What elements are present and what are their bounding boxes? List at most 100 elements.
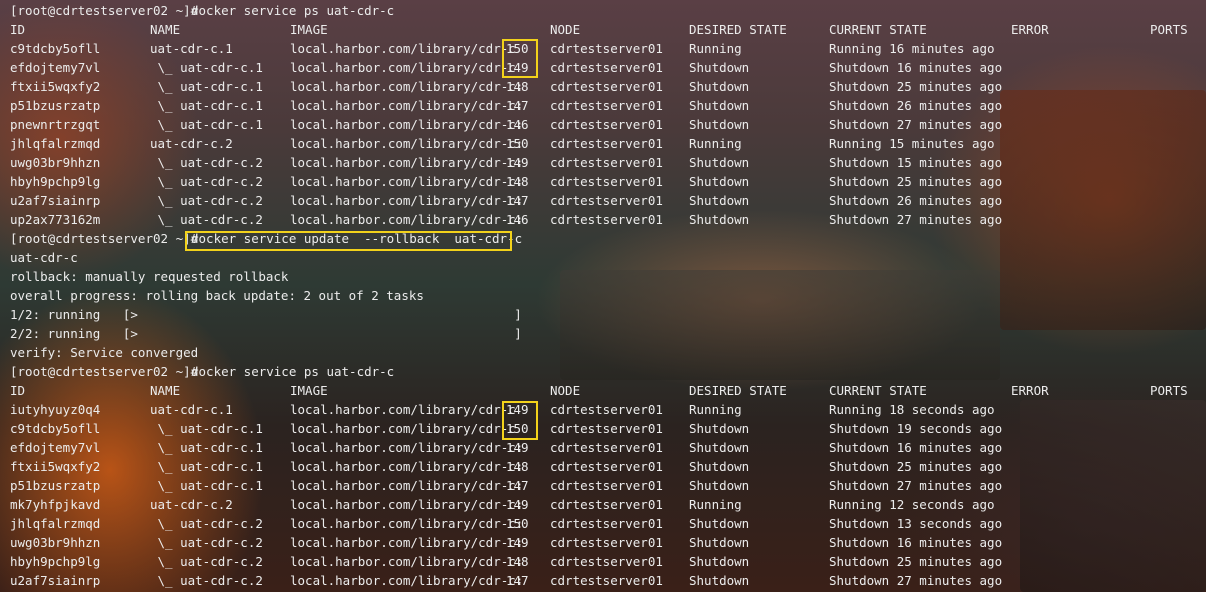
task-id: mk7yhfpjkavd	[10, 497, 101, 512]
command-output-line: rollback: manually requested rollback	[10, 267, 1206, 286]
task-id: p51bzusrzatp	[10, 98, 101, 113]
task-id: u2af7siainrp	[10, 193, 101, 208]
node-name: cdrtestserver01	[550, 440, 663, 455]
column-header: DESIRED STATE	[689, 22, 787, 37]
desired-state: Shutdown	[689, 573, 750, 588]
node-name: cdrtestserver01	[550, 573, 663, 588]
table-row: c9tdcby5ofll \_ uat-cdr-c.1 local.harbor.…	[10, 419, 1206, 438]
command-line: [root@cdrtestserver02 ~]# docker service …	[10, 1, 1206, 20]
task-name: \_ uat-cdr-c.1	[150, 79, 263, 94]
task-id: hbyh9pchp9lg	[10, 174, 101, 189]
desired-state: Shutdown	[689, 174, 750, 189]
table-row: mk7yhfpjkavd uat-cdr-c.2 local.harbor.com/…	[10, 495, 1206, 514]
image-name: local.harbor.com/library/cdr-c	[290, 60, 516, 75]
task-name: uat-cdr-c.1	[150, 41, 233, 56]
command-output-line: overall progress: rolling back update: 2…	[10, 286, 1206, 305]
task-id: up2ax773162m	[10, 212, 101, 227]
column-header: NODE	[550, 383, 581, 398]
task-id: iutyhyuyz0q4	[10, 402, 101, 417]
current-state: Shutdown 13 seconds ago	[829, 516, 1003, 531]
current-state: Shutdown 16 minutes ago	[829, 60, 1003, 75]
column-header: NAME	[150, 22, 181, 37]
column-header: IMAGE	[290, 383, 328, 398]
task-name: \_ uat-cdr-c.2	[150, 516, 263, 531]
image-tag: 150	[506, 41, 529, 56]
task-name: uat-cdr-c.2	[150, 136, 233, 151]
current-state: Shutdown 25 minutes ago	[829, 79, 1003, 94]
command-line: [root@cdrtestserver02 ~]# docker service …	[10, 229, 1206, 248]
node-name: cdrtestserver01	[550, 41, 663, 56]
image-name: local.harbor.com/library/cdr-c:	[290, 79, 524, 94]
image-tag: 150	[506, 421, 529, 436]
node-name: cdrtestserver01	[550, 155, 663, 170]
column-header: IMAGE	[290, 22, 328, 37]
task-name: \_ uat-cdr-c.1	[150, 459, 263, 474]
column-header: NAME	[150, 383, 181, 398]
shell-command: docker service ps uat-cdr-c	[191, 3, 395, 18]
table-row: u2af7siainrp \_ uat-cdr-c.2 local.harbor.…	[10, 571, 1206, 590]
task-id: jhlqfalrzmqd	[10, 136, 101, 151]
desired-state: Shutdown	[689, 421, 750, 436]
current-state: Shutdown 27 minutes ago	[829, 117, 1003, 132]
task-name: \_ uat-cdr-c.1	[150, 117, 263, 132]
image-tag: 150	[506, 516, 529, 531]
node-name: cdrtestserver01	[550, 459, 663, 474]
desired-state: Shutdown	[689, 60, 750, 75]
desired-state: Running	[689, 497, 742, 512]
image-tag: 149	[506, 402, 529, 417]
table-header-row: ID NAME IMAGE NODE DESIRED STATE CURRENT STAT…	[10, 381, 1206, 400]
current-state: Running 18 seconds ago	[829, 402, 995, 417]
image-tag: 148	[506, 79, 529, 94]
task-id: c9tdcby5ofll	[10, 421, 101, 436]
image-name: local.harbor.com/library/cdr-c:	[290, 554, 524, 569]
image-name: local.harbor.com/library/cdr-c:	[290, 459, 524, 474]
table-row: uwg03br9hhzn \_ uat-cdr-c.2 local.harbor.…	[10, 533, 1206, 552]
table-row: p51bzusrzatp \_ uat-cdr-c.1 local.harbor.…	[10, 476, 1206, 495]
table-row: jhlqfalrzmqd \_ uat-cdr-c.2 local.harbor.…	[10, 514, 1206, 533]
task-id: c9tdcby5ofll	[10, 41, 101, 56]
task-name: uat-cdr-c.2	[150, 497, 233, 512]
command-output-line: uat-cdr-c	[10, 248, 1206, 267]
node-name: cdrtestserver01	[550, 60, 663, 75]
column-header: DESIRED STATE	[689, 383, 787, 398]
image-name: local.harbor.com/library/cdr-c:	[290, 193, 524, 208]
image-name: local.harbor.com/library/cdr-c	[290, 402, 516, 417]
task-id: u2af7siainrp	[10, 573, 101, 588]
image-tag: 148	[506, 459, 529, 474]
image-name: local.harbor.com/library/cdr-c:	[290, 497, 524, 512]
column-header: ERROR	[1011, 22, 1049, 37]
table-row: pnewnrtrzgqt \_ uat-cdr-c.1 local.harbor.…	[10, 115, 1206, 134]
current-state: Shutdown 25 minutes ago	[829, 459, 1003, 474]
terminal-window[interactable]: [root@cdrtestserver02 ~]# docker service …	[0, 0, 1206, 592]
current-state: Shutdown 27 minutes ago	[829, 573, 1003, 588]
image-name: local.harbor.com/library/cdr-c:	[290, 535, 524, 550]
output-text: uat-cdr-c	[10, 250, 78, 265]
current-state: Shutdown 19 seconds ago	[829, 421, 1003, 436]
image-tag: 147	[506, 478, 529, 493]
desired-state: Shutdown	[689, 440, 750, 455]
node-name: cdrtestserver01	[550, 554, 663, 569]
node-name: cdrtestserver01	[550, 421, 663, 436]
task-name: \_ uat-cdr-c.1	[150, 60, 263, 75]
table-row: efdojtemy7vl \_ uat-cdr-c.1 local.harbor.…	[10, 58, 1206, 77]
image-name: local.harbor.com/library/cdr-c:	[290, 478, 524, 493]
output-text: 1/2: running [> ]	[10, 307, 522, 322]
task-name: \_ uat-cdr-c.1	[150, 478, 263, 493]
task-name: uat-cdr-c.1	[150, 402, 233, 417]
image-tag: 149	[506, 60, 529, 75]
node-name: cdrtestserver01	[550, 79, 663, 94]
table-row: p51bzusrzatp \_ uat-cdr-c.1 local.harbor.…	[10, 96, 1206, 115]
shell-prompt: [root@cdrtestserver02 ~]#	[10, 231, 199, 246]
task-name: \_ uat-cdr-c.2	[150, 554, 263, 569]
command-line: [root@cdrtestserver02 ~]# docker service …	[10, 362, 1206, 381]
desired-state: Running	[689, 136, 742, 151]
table-row: iutyhyuyz0q4 uat-cdr-c.1 local.harbor.com/…	[10, 400, 1206, 419]
task-id: uwg03br9hhzn	[10, 155, 101, 170]
desired-state: Shutdown	[689, 535, 750, 550]
table-row: jhlqfalrzmqd uat-cdr-c.2 local.harbor.com/…	[10, 134, 1206, 153]
task-id: hbyh9pchp9lg	[10, 554, 101, 569]
task-id: pnewnrtrzgqt	[10, 117, 101, 132]
command-output-line: 1/2: running [> ]	[10, 305, 1206, 324]
output-text: 2/2: running [> ]	[10, 326, 522, 341]
table-row: hbyh9pchp9lg \_ uat-cdr-c.2 local.harbor.…	[10, 172, 1206, 191]
